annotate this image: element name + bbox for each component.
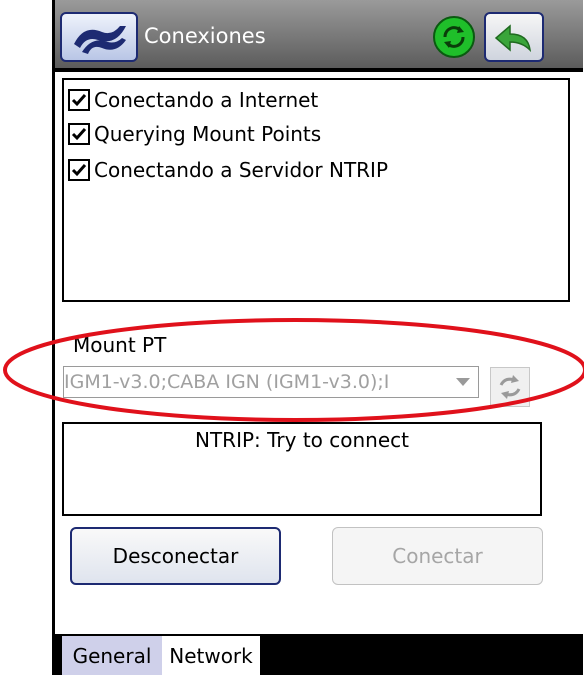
status-item[interactable]: Conectando a Internet [68, 86, 318, 114]
checkmark-icon [71, 164, 87, 177]
mount-pt-label: Mount PT [73, 333, 167, 357]
sync-button[interactable] [428, 12, 480, 62]
disconnect-button[interactable]: Desconectar [70, 527, 281, 585]
title-separator [55, 68, 583, 72]
back-arrow-icon [494, 24, 532, 53]
window-title: Conexiones [144, 24, 266, 48]
mount-pt-value: IGM1-v3.0;CABA IGN (IGM1-v3.0);I [64, 371, 390, 393]
checkmark-icon [71, 94, 87, 107]
status-item-label: Conectando a Servidor NTRIP [94, 158, 389, 182]
refresh-icon [499, 375, 521, 399]
status-item-label: Conectando a Internet [94, 88, 319, 112]
status-item[interactable]: Conectando a Servidor NTRIP [68, 156, 388, 184]
back-button[interactable] [484, 12, 544, 62]
app-logo-icon [74, 26, 126, 54]
status-item-label: Querying Mount Points [94, 122, 322, 146]
checkbox[interactable] [68, 89, 90, 111]
window-border [52, 0, 55, 675]
ntrip-status-text: NTRIP: Try to connect [195, 428, 409, 452]
status-item[interactable]: Querying Mount Points [68, 120, 321, 148]
checkbox[interactable] [68, 123, 90, 145]
tab-network[interactable]: Network [162, 636, 260, 675]
refresh-mount-points-button[interactable] [490, 367, 530, 407]
ntrip-status-box: NTRIP: Try to connect [62, 422, 542, 516]
chevron-down-icon [456, 378, 470, 386]
mount-pt-select[interactable]: IGM1-v3.0;CABA IGN (IGM1-v3.0);I [63, 366, 479, 398]
connect-button[interactable]: Conectar [332, 527, 543, 585]
sync-icon [433, 16, 475, 58]
connection-status-list: Conectando a Internet Querying Mount Poi… [62, 78, 570, 302]
checkmark-icon [71, 128, 87, 141]
app-menu-button[interactable] [60, 12, 138, 62]
tab-general[interactable]: General [62, 636, 162, 675]
checkbox[interactable] [68, 159, 90, 181]
dropdown-button[interactable] [448, 367, 478, 397]
